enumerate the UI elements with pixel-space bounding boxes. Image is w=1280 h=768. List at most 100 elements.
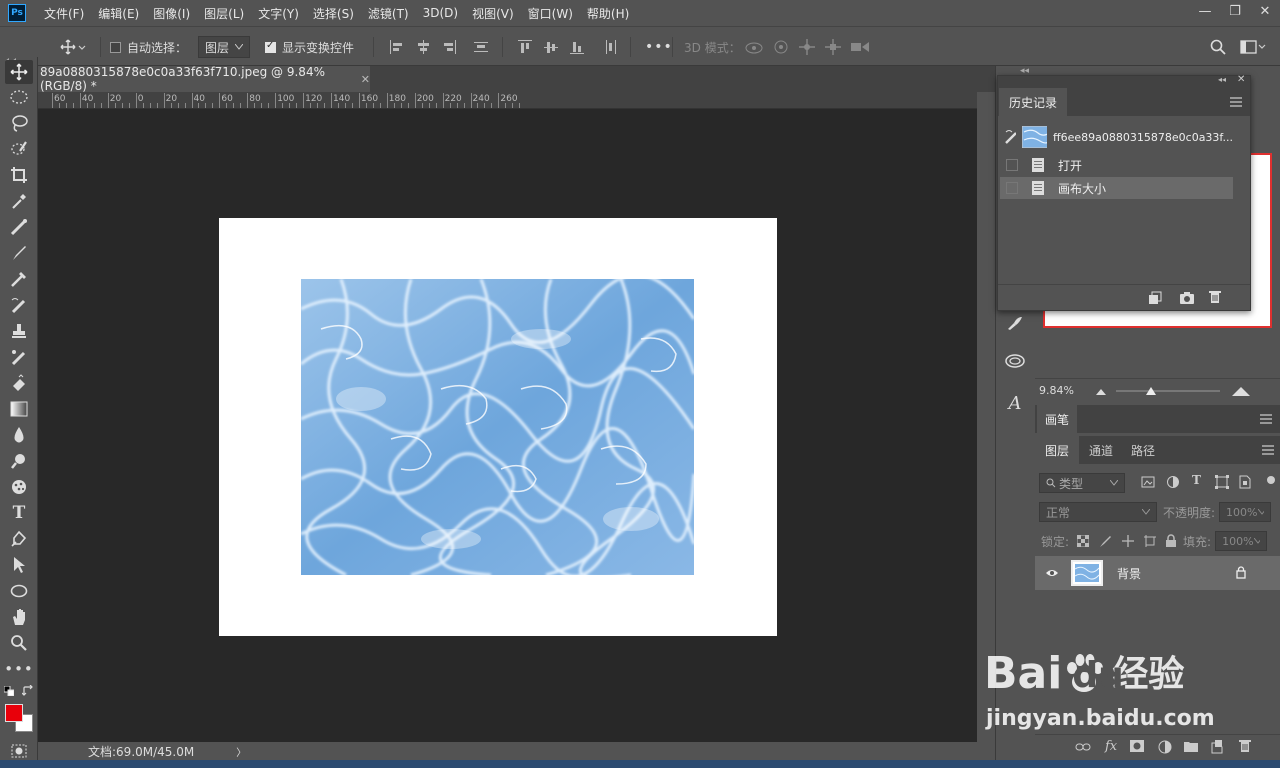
align-left-icon[interactable] — [390, 40, 404, 54]
menu-type[interactable]: 文字(Y) — [258, 5, 299, 22]
align-bottom-icon[interactable] — [570, 40, 584, 54]
eraser-tool[interactable] — [5, 371, 33, 395]
add-mask-icon[interactable] — [1130, 740, 1144, 752]
marquee-tool[interactable] — [5, 85, 33, 109]
dodge-tool[interactable] — [5, 449, 33, 473]
libraries-icon[interactable] — [999, 346, 1031, 374]
filter-type-icon[interactable]: T — [1192, 473, 1201, 487]
menu-image[interactable]: 图像(I) — [153, 5, 190, 22]
menu-select[interactable]: 选择(S) — [313, 5, 354, 22]
stamp-tool[interactable] — [5, 319, 33, 343]
tab-channels[interactable]: 通道 — [1079, 436, 1123, 464]
panel-menu-icon[interactable] — [1230, 97, 1242, 107]
trash-icon[interactable] — [1209, 290, 1221, 304]
move-tool[interactable] — [5, 60, 33, 84]
menu-3d[interactable]: 3D(D) — [423, 6, 458, 20]
art-history-tool[interactable] — [5, 345, 33, 369]
close-panel-icon[interactable]: ✕ — [1237, 74, 1245, 85]
tab-paths[interactable]: 路径 — [1121, 436, 1165, 464]
eyedropper-tool[interactable] — [5, 189, 33, 213]
adjustment-layer-icon[interactable] — [1158, 740, 1172, 754]
blend-mode-dropdown[interactable]: 正常 — [1039, 502, 1157, 522]
close-button[interactable]: ✕ — [1250, 0, 1280, 22]
crop-tool[interactable] — [5, 163, 33, 187]
tab-layers[interactable]: 图层 — [1035, 436, 1080, 464]
hand-tool[interactable] — [5, 605, 33, 629]
filter-pixel-icon[interactable] — [1141, 476, 1155, 488]
zoom-slider-thumb[interactable] — [1145, 386, 1156, 395]
zoom-value[interactable]: 9.84% — [1039, 384, 1074, 397]
distribute-icon[interactable] — [474, 40, 488, 54]
brush-tool[interactable] — [5, 241, 33, 265]
3d-orbit-icon[interactable] — [745, 27, 763, 67]
history-panel-header[interactable]: ◂◂ ✕ — [998, 74, 1250, 88]
menu-file[interactable]: 文件(F) — [44, 5, 84, 22]
foreground-color-swatch[interactable] — [5, 704, 23, 722]
new-group-icon[interactable] — [1184, 740, 1198, 752]
minimize-button[interactable]: — — [1190, 0, 1220, 22]
link-layers-icon[interactable] — [1075, 742, 1091, 752]
healing-brush-tool[interactable] — [5, 215, 33, 239]
panel-menu-icon[interactable] — [1260, 414, 1272, 424]
status-menu-arrow[interactable]: 〉 — [236, 744, 246, 759]
lock-image-pixels-icon[interactable] — [1099, 534, 1113, 548]
character-panel-icon[interactable]: A — [999, 389, 1031, 417]
opacity-input[interactable]: 100% — [1219, 502, 1272, 522]
new-layer-icon[interactable] — [1211, 740, 1223, 754]
history-step[interactable]: 画布大小 — [1000, 177, 1233, 199]
new-document-from-state-icon[interactable] — [1148, 291, 1162, 305]
edit-toolbar-button[interactable]: ••• — [4, 657, 33, 681]
menu-window[interactable]: 窗口(W) — [528, 5, 573, 22]
3d-scale-icon[interactable] — [850, 27, 870, 67]
3d-slide-icon[interactable] — [824, 27, 842, 67]
menu-edit[interactable]: 编辑(E) — [98, 5, 139, 22]
align-vcenter-icon[interactable] — [544, 40, 558, 54]
zoom-out-icon[interactable] — [1095, 387, 1106, 395]
workspace-icon[interactable] — [1240, 27, 1266, 67]
align-right-icon[interactable] — [442, 40, 456, 54]
restore-button[interactable]: ❐ — [1220, 0, 1250, 22]
search-icon[interactable] — [1210, 27, 1226, 67]
align-hcenter-icon[interactable] — [416, 40, 430, 54]
sponge-tool[interactable] — [5, 475, 33, 499]
filter-shape-icon[interactable] — [1215, 475, 1229, 489]
history-tab[interactable]: 历史记录 — [999, 88, 1068, 116]
path-select-tool[interactable] — [5, 553, 33, 577]
history-snapshot[interactable]: ff6ee89a0880315878e0c0a33f... — [1000, 124, 1233, 150]
history-brush-tool[interactable] — [5, 293, 33, 317]
lock-all-icon[interactable] — [1165, 534, 1177, 548]
lock-position-icon[interactable] — [1121, 534, 1135, 548]
distribute-vertical-icon[interactable] — [604, 40, 618, 54]
menu-filter[interactable]: 滤镜(T) — [368, 5, 409, 22]
zoom-in-icon[interactable] — [1231, 386, 1250, 396]
brush-tab[interactable]: 画笔 — [1037, 405, 1078, 433]
delete-layer-icon[interactable] — [1239, 739, 1251, 753]
clone-stamp-tool[interactable] — [5, 267, 33, 291]
3d-pan-icon[interactable] — [798, 27, 816, 67]
menu-view[interactable]: 视图(V) — [472, 5, 514, 22]
pen-tool[interactable] — [5, 527, 33, 551]
align-top-icon[interactable] — [518, 40, 532, 54]
default-colors-icon[interactable] — [3, 685, 15, 697]
show-transform-checkbox[interactable]: 显示变换控件 — [265, 27, 354, 67]
layer-row[interactable]: 背景 — [1035, 556, 1280, 590]
document-tab[interactable]: 89a0880315878e0c0a33f63f710.jpeg @ 9.84%… — [38, 65, 370, 93]
eye-icon[interactable] — [1045, 568, 1059, 578]
lock-transparency-icon[interactable] — [1077, 535, 1090, 547]
history-source-box[interactable] — [1006, 182, 1018, 194]
history-step[interactable]: 打开 — [1000, 154, 1233, 176]
filter-toggle-icon[interactable] — [1266, 475, 1276, 485]
blur-tool[interactable] — [5, 423, 33, 447]
camera-icon[interactable] — [1179, 291, 1195, 305]
auto-select-checkbox[interactable]: 自动选择： — [110, 27, 187, 67]
shape-tool[interactable] — [5, 579, 33, 603]
brush-settings-icon[interactable] — [999, 309, 1031, 337]
gradient-tool[interactable] — [5, 397, 33, 421]
zoom-slider[interactable] — [1115, 385, 1220, 397]
more-options-button[interactable]: ••• — [645, 27, 673, 67]
fill-input[interactable]: 100% — [1215, 531, 1268, 551]
menu-help[interactable]: 帮助(H) — [587, 5, 629, 22]
move-tool-preset[interactable] — [60, 27, 86, 67]
auto-select-target-dropdown[interactable]: 图层 — [198, 36, 251, 58]
swap-colors-icon[interactable] — [21, 684, 34, 697]
